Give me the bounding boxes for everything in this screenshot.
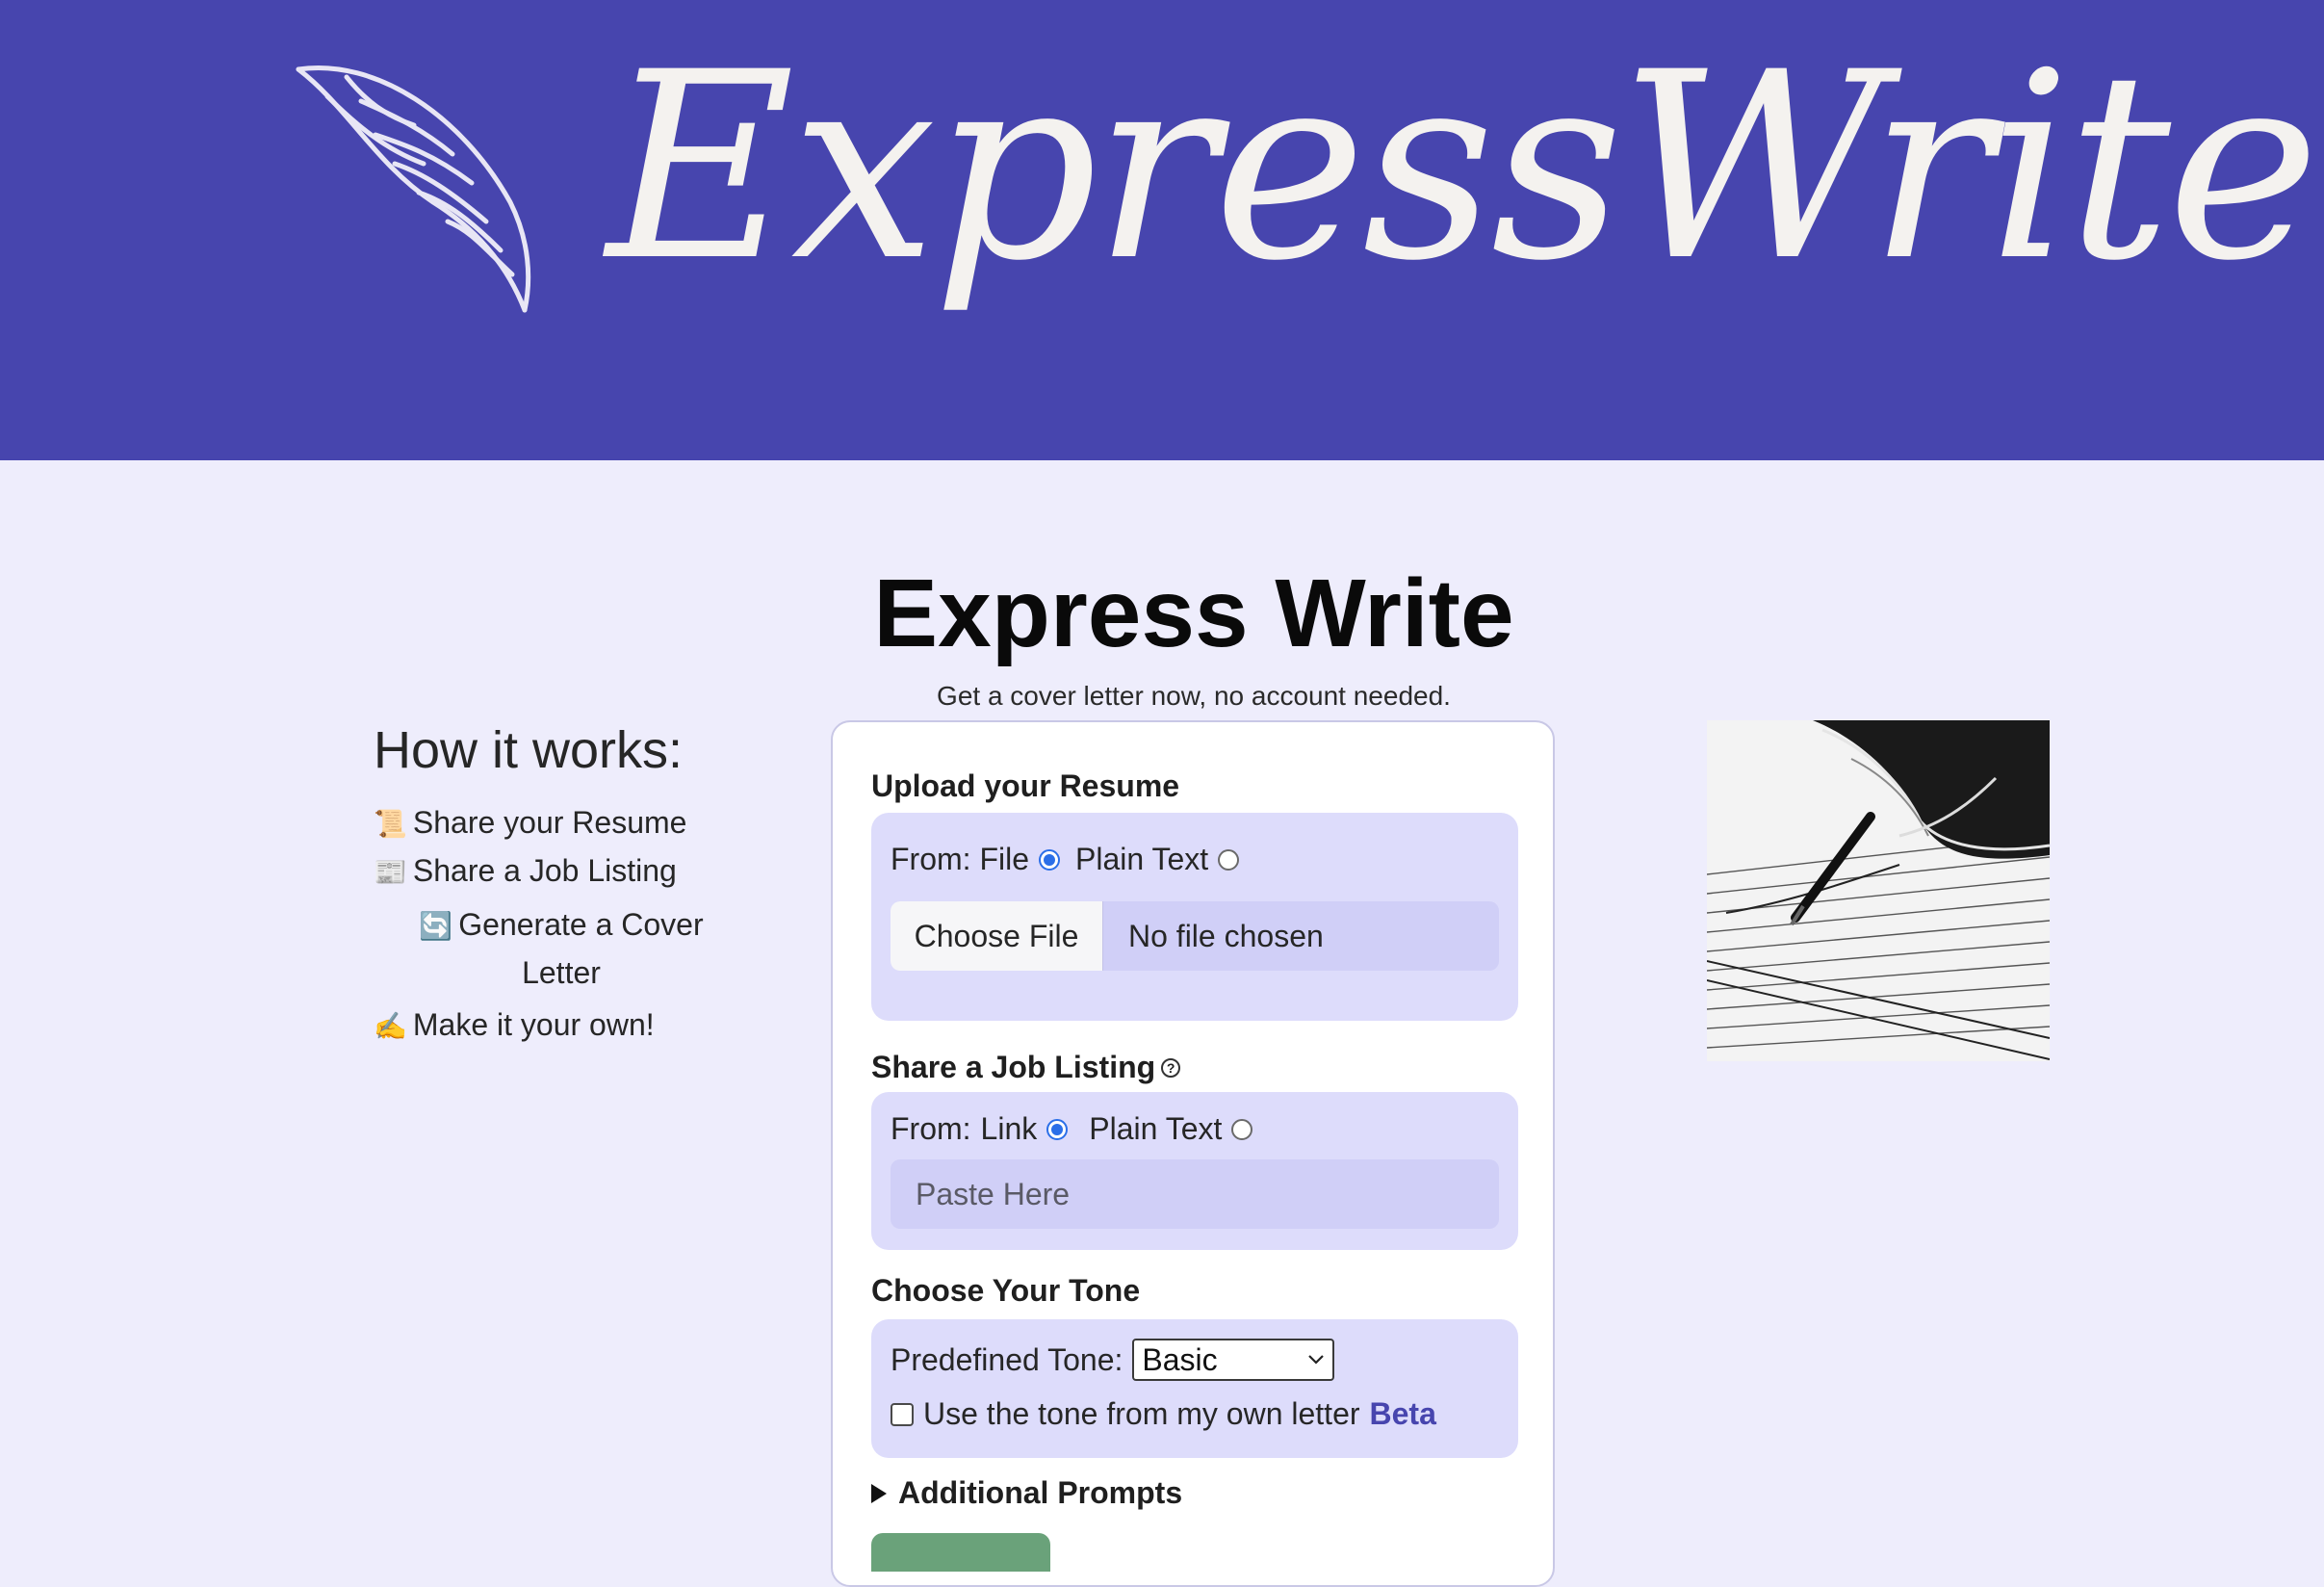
job-from-label: From:	[891, 1111, 971, 1146]
tone-select[interactable]: Basic	[1132, 1339, 1335, 1381]
resume-source-row: From: File Plain Text	[891, 842, 1240, 877]
predefined-tone-row: Predefined Tone: Basic	[891, 1339, 1335, 1381]
resume-section-title: Upload your Resume	[871, 768, 1180, 803]
job-section-label: Share a Job Listing	[871, 1050, 1156, 1084]
how-it-works: How it works:	[374, 720, 683, 780]
disclosure-triangle-icon	[871, 1483, 887, 1503]
chevron-down-icon	[1308, 1355, 1325, 1365]
step-label: Make it your own!	[412, 1007, 655, 1042]
step-label: Share your Resume	[412, 805, 687, 840]
newspaper-icon: 📰	[374, 857, 407, 887]
beta-badge: Beta	[1369, 1396, 1436, 1431]
writing-hand-icon: ✍️	[374, 1011, 407, 1041]
question-circle-icon[interactable]: ?	[1161, 1057, 1181, 1078]
refresh-icon: 🔄	[419, 911, 453, 941]
hand-writing-illustration-image	[1707, 720, 2050, 1061]
own-letter-row: Use the tone from my own letter Beta	[891, 1396, 1436, 1432]
step-share-job: 📰 Share a Job Listing	[374, 847, 710, 896]
how-it-works-steps: 📜 Share your Resume 📰 Share a Job Listing …	[374, 799, 710, 1050]
page-title: Express Write	[873, 559, 1514, 667]
quill-icon	[296, 65, 531, 313]
tone-panel: Predefined Tone: Basic Use the tone from…	[871, 1319, 1518, 1458]
hand-writing-illustration	[1707, 720, 2050, 1061]
tone-select-value: Basic	[1142, 1341, 1218, 1377]
job-link-label: Link	[980, 1111, 1038, 1146]
generate-button[interactable]	[871, 1533, 1050, 1572]
brand-logo-text: ExpressWrite	[607, 17, 2320, 318]
step-label: Generate a Cover Letter	[458, 907, 704, 990]
job-section-title: Share a Job Listing ?	[871, 1050, 1181, 1085]
choose-file-button[interactable]: Choose File	[891, 901, 1103, 971]
job-link-radio[interactable]	[1046, 1118, 1069, 1140]
tone-section-title: Choose Your Tone	[871, 1273, 1141, 1308]
own-letter-checkbox[interactable]	[891, 1402, 914, 1426]
step-generate: 🔄 Generate a Cover Letter	[374, 901, 710, 996]
job-panel: From: Link Plain Text Paste Here	[871, 1092, 1518, 1250]
header-banner: ExpressWrite	[0, 0, 2324, 460]
predefined-tone-label: Predefined Tone:	[891, 1341, 1123, 1377]
additional-prompts-label: Additional Prompts	[898, 1475, 1183, 1510]
additional-prompts-toggle[interactable]: Additional Prompts	[871, 1475, 1182, 1511]
resume-file-input[interactable]: Choose File No file chosen	[891, 901, 1499, 971]
job-plain-text-label: Plain Text	[1089, 1111, 1223, 1146]
resume-file-radio[interactable]	[1039, 848, 1060, 871]
step-share-resume: 📜 Share your Resume	[374, 799, 710, 847]
file-status: No file chosen	[1128, 918, 1324, 953]
how-it-works-heading: How it works:	[374, 721, 684, 779]
job-source-row: From: Link Plain Text	[891, 1111, 1253, 1147]
step-label: Share a Job Listing	[412, 853, 677, 888]
own-letter-label: Use the tone from my own letter	[923, 1396, 1360, 1431]
cover-letter-form: Upload your Resume From: File Plain Text…	[831, 720, 1555, 1587]
scroll-icon: 📜	[374, 809, 407, 839]
resume-plain-text-label: Plain Text	[1075, 842, 1209, 876]
resume-plain-text-radio[interactable]	[1218, 848, 1240, 871]
resume-from-file-label: From: File	[891, 842, 1029, 876]
job-plain-text-radio[interactable]	[1231, 1118, 1253, 1140]
page-subtitle: Get a cover letter now, no account neede…	[937, 681, 1451, 711]
job-listing-input[interactable]: Paste Here	[891, 1159, 1499, 1229]
step-make-own: ✍️ Make it your own!	[374, 1002, 710, 1050]
resume-panel: From: File Plain Text Choose File No fil…	[871, 813, 1518, 1021]
